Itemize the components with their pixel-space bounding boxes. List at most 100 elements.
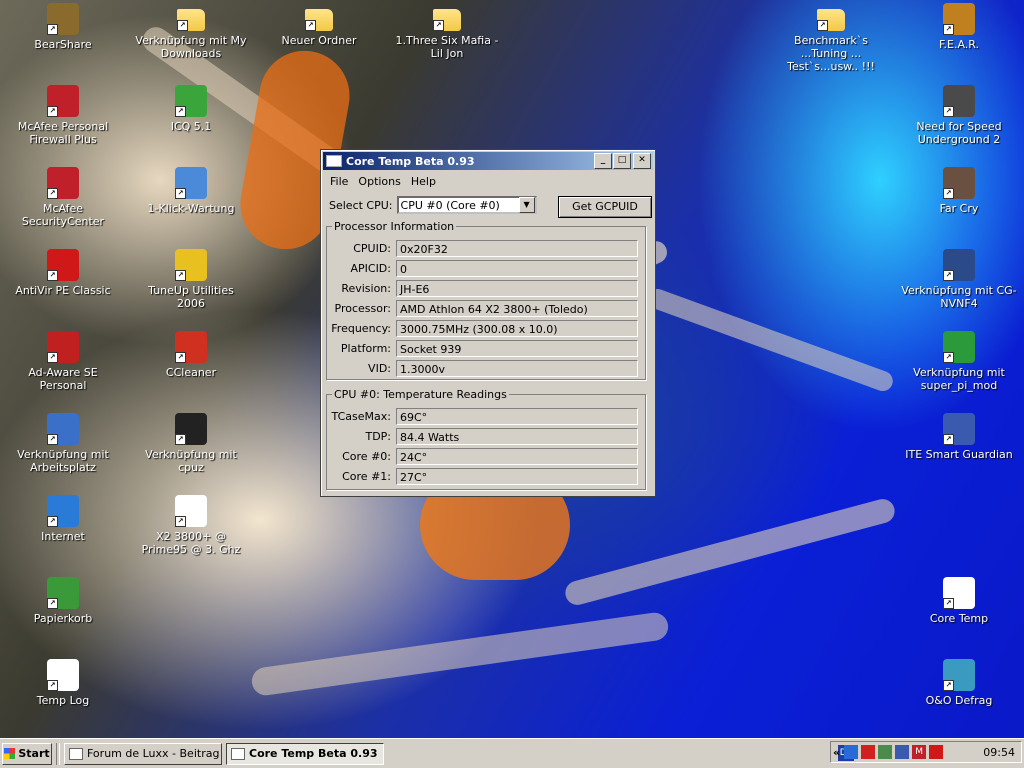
desktop-icon-folder[interactable]: ↗ 1.Three Six Mafia - Lil Jon <box>389 3 505 60</box>
shield-icon[interactable] <box>895 745 910 759</box>
task-label: Forum de Luxx - Beitrag ... <box>87 747 222 760</box>
info-row: Revision: JH-E6 <box>327 279 638 297</box>
task-core-temp[interactable]: Core Temp Beta 0.93 <box>226 742 384 765</box>
desktop-icon-folder[interactable]: ↗ Neuer Ordner <box>261 3 377 47</box>
folder-icon: ↗ <box>177 9 205 31</box>
desktop-icon-label: Far Cry <box>939 202 979 215</box>
processor-info-legend: Processor Information <box>334 220 455 233</box>
desktop-icon-firewall[interactable]: ↗ McAfee Personal Firewall Plus <box>5 85 121 146</box>
info-value: 69C° <box>396 407 638 425</box>
desktop-icon-text-file[interactable]: ↗ Temp Log <box>5 659 121 707</box>
shortcut-arrow-icon: ↗ <box>47 598 58 609</box>
desktop-icon-label: Verknüpfung mit Arbeitsplatz <box>17 448 109 474</box>
desktop-icon-cpu-chip[interactable]: ↗ Verknüpfung mit cpuz <box>133 413 249 474</box>
desktop-icon-internet-explorer[interactable]: ↗ Internet <box>5 495 121 543</box>
shortcut-arrow-icon: ↗ <box>47 434 58 445</box>
recycle-bin-icon: ↗ <box>47 577 79 609</box>
calendar-icon[interactable] <box>861 745 876 759</box>
tray-expand-icon[interactable]: « <box>833 746 840 759</box>
shortcut-arrow-icon: ↗ <box>175 352 186 363</box>
info-row: Processor: AMD Athlon 64 X2 3800+ (Toledo… <box>327 299 638 317</box>
mcafee-icon[interactable]: M <box>912 745 927 759</box>
desktop-icon-ccleaner[interactable]: ↗ CCleaner <box>133 331 249 379</box>
start-button[interactable]: Start <box>2 742 52 765</box>
desktop-icon-label: Verknüpfung mit super_pi_mod <box>913 366 1005 392</box>
nfs-icon: ↗ <box>943 85 975 117</box>
shortcut-arrow-icon: ↗ <box>47 188 58 199</box>
window-app-icon: ↗ <box>943 577 975 609</box>
desktop-icon-tuneup[interactable]: ↗ TuneUp Utilities 2006 <box>133 249 249 310</box>
desktop-icon-label: Internet <box>41 530 85 543</box>
farcry-icon: ↗ <box>943 167 975 199</box>
desktop-icon-computer[interactable]: ↗ Verknüpfung mit Arbeitsplatz <box>5 413 121 474</box>
shortcut-arrow-icon: ↗ <box>943 270 954 281</box>
shortcut-arrow-icon: ↗ <box>47 24 58 35</box>
tuneup-icon: ↗ <box>175 249 207 281</box>
task-forum-de-luxx[interactable]: Forum de Luxx - Beitrag ... <box>64 742 222 765</box>
temperature-legend: CPU #0: Temperature Readings <box>334 388 507 401</box>
adaware-icon: ↗ <box>47 331 79 363</box>
desktop-icon-document[interactable]: ↗ X2 3800+ @ Prime95 @ 3. Ghz <box>133 495 249 556</box>
desktop-icon-label: O&O Defrag <box>925 694 993 707</box>
info-value: 84.4 Watts <box>396 427 638 445</box>
firewall-icon: ↗ <box>47 85 79 117</box>
menu-file[interactable]: File <box>325 175 353 188</box>
desktop-icon-adaware[interactable]: ↗ Ad-Aware SE Personal <box>5 331 121 392</box>
info-value: AMD Athlon 64 X2 3800+ (Toledo) <box>396 299 638 317</box>
desktop-icon-antivir[interactable]: ↗ AntiVir PE Classic <box>5 249 121 297</box>
network-icon[interactable] <box>844 745 859 759</box>
desktop-icon-folder[interactable]: ↗ Verknüpfung mit My Downloads <box>133 3 249 60</box>
fear-icon: ↗ <box>943 3 975 35</box>
desktop-icon-farcry[interactable]: ↗ Far Cry <box>901 167 1017 215</box>
close-button[interactable]: ✕ <box>633 153 651 169</box>
desktop-icon-recycle-bin[interactable]: ↗ Papierkorb <box>5 577 121 625</box>
desktop-icon-nfs[interactable]: ↗ Need for Speed Underground 2 <box>901 85 1017 146</box>
menu-options[interactable]: Options <box>353 175 405 188</box>
info-row: Core #1: 27C° <box>327 467 638 485</box>
desktop-icon-icq[interactable]: ↗ ICQ 5.1 <box>133 85 249 133</box>
desktop-icon-superpi[interactable]: ↗ Verknüpfung mit super_pi_mod <box>901 331 1017 392</box>
info-value: Socket 939 <box>396 339 638 357</box>
info-row: Frequency: 3000.75MHz (300.08 x 10.0) <box>327 319 638 337</box>
antivir-icon[interactable] <box>929 745 944 759</box>
chevron-down-icon[interactable]: ▼ <box>518 197 535 213</box>
shortcut-arrow-icon: ↗ <box>943 106 954 117</box>
info-row: CPUID: 0x20F32 <box>327 239 638 257</box>
desktop-icon-label: Verknüpfung mit CG-NVNF4 <box>901 284 1017 310</box>
menu-help[interactable]: Help <box>406 175 441 188</box>
desktop-icon-fear[interactable]: ↗ F.E.A.R. <box>901 3 1017 51</box>
desktop-icon-mcafee[interactable]: ↗ McAfee SecurityCenter <box>5 167 121 228</box>
taskbar-separator <box>56 742 60 765</box>
select-cpu-dropdown[interactable]: CPU #0 (Core #0) ▼ <box>396 196 537 214</box>
shortcut-arrow-icon: ↗ <box>943 188 954 199</box>
desktop-icon-window-app[interactable]: ↗ Core Temp <box>901 577 1017 625</box>
desktop-icon-label: Need for Speed Underground 2 <box>916 120 1002 146</box>
desktop-icon-label: McAfee Personal Firewall Plus <box>17 120 109 146</box>
shortcut-arrow-icon: ↗ <box>433 20 444 31</box>
desktop-icon-defrag[interactable]: ↗ O&O Defrag <box>901 659 1017 707</box>
shortcut-arrow-icon: ↗ <box>943 352 954 363</box>
shortcut-arrow-icon: ↗ <box>175 516 186 527</box>
minimize-button[interactable]: _ <box>594 153 612 169</box>
get-gcpuid-button[interactable]: Get GCPUID <box>558 196 652 218</box>
desktop-icon-wartung[interactable]: ↗ 1-Klick-Wartung <box>133 167 249 215</box>
wallpaper-tentacle <box>644 286 896 394</box>
info-label: APICID: <box>350 261 391 275</box>
tray-app-icon[interactable] <box>878 745 893 759</box>
window-app-icon <box>231 747 245 760</box>
desktop-icon-gauge[interactable]: ↗ Verknüpfung mit CG-NVNF4 <box>901 249 1017 310</box>
computer-icon: ↗ <box>47 413 79 445</box>
document-icon: ↗ <box>175 495 207 527</box>
info-row: Core #0: 24C° <box>327 447 638 465</box>
desktop-icon-bear[interactable]: ↗ BearShare <box>5 3 121 51</box>
shortcut-arrow-icon: ↗ <box>47 270 58 281</box>
window-titlebar[interactable]: Core Temp Beta 0.93 _ □ ✕ <box>323 152 653 170</box>
desktop-icon-label: Core Temp <box>929 612 989 625</box>
info-label: Frequency: <box>331 321 391 335</box>
folder-icon: ↗ <box>305 9 333 31</box>
info-row: TDP: 84.4 Watts <box>327 427 638 445</box>
desktop-icon-ite[interactable]: ↗ ITE Smart Guardian <box>901 413 1017 461</box>
maximize-button[interactable]: □ <box>613 153 631 169</box>
desktop-icon-label: Ad-Aware SE Personal <box>28 366 98 392</box>
desktop-icon-folder[interactable]: ↗ Benchmark`s ...Tuning ... Test`s...usw.… <box>773 3 889 73</box>
